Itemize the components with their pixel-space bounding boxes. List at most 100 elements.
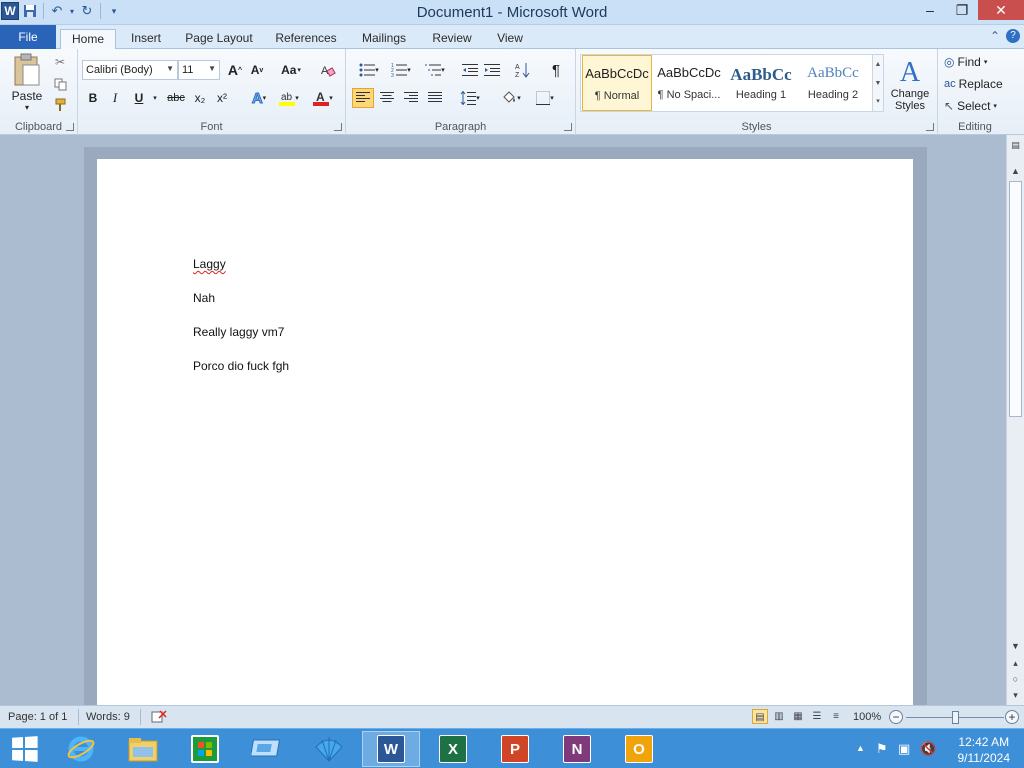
change-styles-button[interactable]: A Change Styles — [888, 53, 932, 117]
tab-file[interactable]: File — [0, 25, 56, 49]
scrollbar-thumb[interactable] — [1009, 181, 1022, 417]
borders-button[interactable]: ▾ — [530, 88, 560, 108]
help-icon[interactable]: ? — [1006, 29, 1020, 43]
style-heading-1[interactable]: AaBbCc Heading 1 — [726, 55, 796, 111]
tab-view[interactable]: View — [490, 29, 530, 49]
ruler-toggle-icon[interactable]: ▤ — [1009, 139, 1022, 152]
style-heading-2[interactable]: AaBbCc Heading 2 — [798, 55, 868, 111]
network-icon[interactable]: ▣ — [898, 741, 910, 757]
tab-mailings[interactable]: Mailings — [354, 29, 414, 49]
increase-indent-icon[interactable] — [482, 60, 502, 80]
word-count[interactable]: Words: 9 — [86, 711, 130, 723]
show-hidden-icons-icon[interactable]: ▲ — [856, 743, 865, 753]
browse-object-icon[interactable]: ○ — [1009, 673, 1022, 686]
bold-button[interactable]: B — [84, 89, 102, 107]
zoom-level[interactable]: 100% — [853, 711, 881, 723]
taskbar-onenote[interactable]: N — [548, 731, 606, 767]
show-formatting-button[interactable]: ¶ — [546, 60, 566, 80]
justify-button[interactable] — [424, 88, 446, 108]
cut-icon[interactable]: ✂ — [52, 54, 68, 70]
zoom-in-icon[interactable]: + — [1005, 710, 1019, 724]
line-spacing-button[interactable]: ▾ — [456, 88, 484, 108]
page-count[interactable]: Page: 1 of 1 — [8, 711, 67, 723]
shading-button[interactable]: ▾ — [496, 88, 526, 108]
taskbar-internet-explorer[interactable] — [52, 731, 110, 767]
start-button[interactable] — [0, 729, 48, 768]
maximize-button[interactable]: ❐ — [946, 0, 978, 20]
draft-view-icon[interactable]: ≡ — [828, 709, 844, 724]
taskbar-remote-desktop[interactable] — [238, 731, 296, 767]
scroll-up-icon[interactable]: ▲ — [1009, 165, 1022, 178]
italic-button[interactable]: I — [106, 89, 124, 107]
gallery-up-icon[interactable]: ▲ — [873, 55, 883, 74]
previous-page-icon[interactable]: ▴ — [1009, 657, 1022, 670]
paragraph-launcher-icon[interactable] — [564, 123, 572, 131]
font-size-select[interactable]: 11 ▼ — [178, 60, 220, 80]
replace-button[interactable]: ac Replace — [944, 75, 1008, 93]
underline-dropdown-icon[interactable]: ▾ — [150, 89, 160, 107]
print-layout-view-icon[interactable]: ▤ — [752, 709, 768, 724]
gallery-down-icon[interactable]: ▼ — [873, 74, 883, 93]
text-effects-button[interactable]: A ▾ — [246, 89, 272, 107]
font-launcher-icon[interactable] — [334, 123, 342, 131]
taskbar-word[interactable]: W — [362, 731, 420, 767]
zoom-out-icon[interactable]: − — [889, 710, 903, 724]
tab-home[interactable]: Home — [60, 29, 116, 50]
bullets-button[interactable]: ▾ — [354, 60, 384, 80]
clock[interactable]: 12:42 AM 9/11/2024 — [958, 734, 1011, 766]
multilevel-list-button[interactable]: ▾ — [420, 60, 450, 80]
select-button[interactable]: ↖ Select ▾ — [944, 97, 1008, 115]
taskbar-powerpoint[interactable]: P — [486, 731, 544, 767]
taskbar-outlook[interactable]: O — [610, 731, 668, 767]
numbering-button[interactable]: 1 2 3 ▾ — [386, 60, 416, 80]
decrease-indent-icon[interactable] — [460, 60, 480, 80]
volume-muted-icon[interactable]: 🔇 — [920, 741, 936, 757]
format-painter-icon[interactable] — [52, 97, 68, 113]
shrink-font-button[interactable]: Av — [248, 61, 266, 79]
gallery-more-icon[interactable]: ▾ — [873, 93, 883, 111]
copy-icon[interactable] — [52, 76, 68, 92]
full-screen-reading-icon[interactable]: ▥ — [771, 709, 787, 724]
taskbar-shell-app[interactable] — [300, 731, 358, 767]
align-center-button[interactable] — [376, 88, 398, 108]
paragraph-2[interactable]: Nah — [193, 291, 215, 305]
paste-button[interactable]: Paste ▾ — [6, 51, 48, 113]
tab-review[interactable]: Review — [426, 29, 478, 49]
scroll-down-icon[interactable]: ▼ — [1009, 640, 1022, 653]
taskbar-store[interactable] — [176, 731, 234, 767]
font-family-select[interactable]: Calibri (Body) ▼ — [82, 60, 178, 80]
highlight-color-button[interactable]: ab ▾ — [276, 89, 302, 107]
document-page[interactable]: Laggy Nah Really laggy vm7 Porco dio fuc… — [97, 159, 913, 719]
zoom-slider-thumb[interactable] — [952, 711, 959, 724]
strikethrough-button[interactable]: abc — [164, 89, 188, 107]
tab-references[interactable]: References — [270, 29, 342, 49]
tab-page-layout[interactable]: Page Layout — [180, 29, 258, 49]
align-right-button[interactable] — [400, 88, 422, 108]
paragraph-4[interactable]: Porco dio fuck fgh — [193, 359, 289, 373]
underline-button[interactable]: U — [130, 89, 148, 107]
close-button[interactable]: ✕ — [978, 0, 1024, 20]
paragraph-1[interactable]: Laggy — [193, 257, 226, 271]
taskbar-file-explorer[interactable] — [114, 731, 172, 767]
vertical-scrollbar[interactable]: ▤ ▲ ▼ ▴ ○ ▾ — [1006, 135, 1024, 705]
clear-formatting-icon[interactable]: A — [318, 60, 338, 80]
style-normal[interactable]: AaBbCcDc ¶ Normal — [582, 55, 652, 111]
sort-icon[interactable]: AZ — [512, 60, 534, 80]
tab-insert[interactable]: Insert — [122, 29, 170, 49]
web-layout-icon[interactable]: ▦ — [790, 709, 806, 724]
grow-font-button[interactable]: A ^ — [226, 61, 244, 79]
style-no-spacing[interactable]: AaBbCcDc ¶ No Spaci... — [654, 55, 724, 111]
change-case-button[interactable]: Aa ▾ — [278, 61, 304, 79]
proofing-errors-icon[interactable] — [150, 709, 168, 728]
minimize-ribbon-icon[interactable]: ⌃ — [990, 29, 1000, 43]
styles-launcher-icon[interactable] — [926, 123, 934, 131]
font-color-button[interactable]: A ▾ — [310, 89, 336, 107]
next-page-icon[interactable]: ▾ — [1009, 689, 1022, 702]
outline-view-icon[interactable]: ☰ — [809, 709, 825, 724]
taskbar-excel[interactable]: X — [424, 731, 482, 767]
align-left-button[interactable] — [352, 88, 374, 108]
action-center-flag-icon[interactable]: ⚑ — [876, 741, 888, 757]
minimize-button[interactable]: – — [914, 0, 946, 20]
paragraph-3[interactable]: Really laggy vm7 — [193, 325, 284, 339]
subscript-button[interactable]: x₂ — [190, 89, 210, 107]
